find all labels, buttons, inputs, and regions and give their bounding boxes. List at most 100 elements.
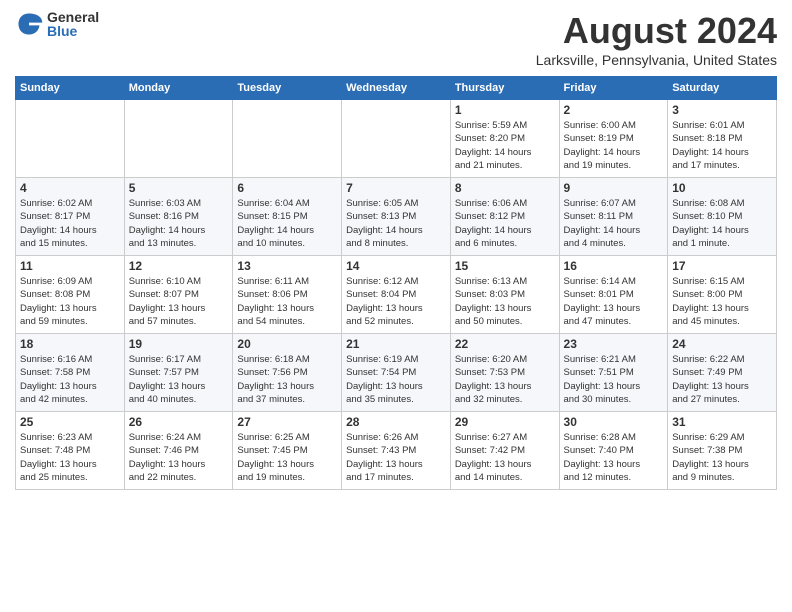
logo-text: General Blue [47,10,99,38]
calendar-cell: 18 Sunrise: 6:16 AM Sunset: 7:58 PM Dayli… [16,334,125,412]
day-number: 27 [237,415,337,429]
page-header: General Blue August 2024 Larksville, Pen… [15,10,777,68]
day-number: 19 [129,337,229,351]
weekday-header-sunday: Sunday [16,77,125,100]
location-label: Larksville, Pennsylvania, United States [536,52,777,68]
day-info: Sunrise: 6:20 AM Sunset: 7:53 PM Dayligh… [455,353,555,406]
day-number: 4 [20,181,120,195]
day-info: Sunrise: 6:26 AM Sunset: 7:43 PM Dayligh… [346,431,446,484]
day-number: 8 [455,181,555,195]
calendar-cell: 13 Sunrise: 6:11 AM Sunset: 8:06 PM Dayli… [233,256,342,334]
day-number: 29 [455,415,555,429]
day-number: 28 [346,415,446,429]
logo: General Blue [15,10,99,38]
weekday-row: SundayMondayTuesdayWednesdayThursdayFrid… [16,77,777,100]
calendar-cell [233,100,342,178]
calendar-table: SundayMondayTuesdayWednesdayThursdayFrid… [15,76,777,490]
day-number: 24 [672,337,772,351]
calendar-cell: 14Sunrise: 6:12 AM Sunset: 8:04 PM Dayli… [342,256,451,334]
calendar-cell: 26 Sunrise: 6:24 AM Sunset: 7:46 PM Dayli… [124,412,233,490]
day-info: Sunrise: 6:22 AM Sunset: 7:49 PM Dayligh… [672,353,772,406]
calendar-cell: 16Sunrise: 6:14 AM Sunset: 8:01 PM Dayli… [559,256,668,334]
calendar-cell: 7 Sunrise: 6:05 AM Sunset: 8:13 PM Daylig… [342,178,451,256]
weekday-header-thursday: Thursday [450,77,559,100]
day-info: Sunrise: 6:14 AM Sunset: 8:01 PM Dayligh… [564,275,664,328]
calendar-cell: 3 Sunrise: 6:01 AM Sunset: 8:18 PM Daylig… [668,100,777,178]
day-info: Sunrise: 6:00 AM Sunset: 8:19 PM Dayligh… [564,119,664,172]
day-number: 3 [672,103,772,117]
calendar-cell: 4 Sunrise: 6:02 AM Sunset: 8:17 PM Daylig… [16,178,125,256]
day-info: Sunrise: 6:23 AM Sunset: 7:48 PM Dayligh… [20,431,120,484]
day-number: 10 [672,181,772,195]
calendar-cell: 28 Sunrise: 6:26 AM Sunset: 7:43 PM Dayli… [342,412,451,490]
day-info: Sunrise: 6:18 AM Sunset: 7:56 PM Dayligh… [237,353,337,406]
calendar-cell: 31 Sunrise: 6:29 AM Sunset: 7:38 PM Dayli… [668,412,777,490]
calendar-header: SundayMondayTuesdayWednesdayThursdayFrid… [16,77,777,100]
calendar-cell: 21Sunrise: 6:19 AM Sunset: 7:54 PM Dayli… [342,334,451,412]
day-info: Sunrise: 6:11 AM Sunset: 8:06 PM Dayligh… [237,275,337,328]
title-block: August 2024 Larksville, Pennsylvania, Un… [536,10,777,68]
calendar-cell: 5 Sunrise: 6:03 AM Sunset: 8:16 PM Daylig… [124,178,233,256]
day-number: 31 [672,415,772,429]
calendar-cell: 2 Sunrise: 6:00 AM Sunset: 8:19 PM Daylig… [559,100,668,178]
weekday-header-tuesday: Tuesday [233,77,342,100]
calendar-cell: 17Sunrise: 6:15 AM Sunset: 8:00 PM Dayli… [668,256,777,334]
weekday-header-wednesday: Wednesday [342,77,451,100]
day-info: Sunrise: 6:01 AM Sunset: 8:18 PM Dayligh… [672,119,772,172]
day-number: 26 [129,415,229,429]
day-number: 18 [20,337,120,351]
day-info: Sunrise: 6:16 AM Sunset: 7:58 PM Dayligh… [20,353,120,406]
day-info: Sunrise: 6:27 AM Sunset: 7:42 PM Dayligh… [455,431,555,484]
calendar-cell [342,100,451,178]
calendar-body: 1 Sunrise: 5:59 AM Sunset: 8:20 PM Daylig… [16,100,777,490]
day-info: Sunrise: 6:29 AM Sunset: 7:38 PM Dayligh… [672,431,772,484]
calendar-cell: 12 Sunrise: 6:10 AM Sunset: 8:07 PM Dayli… [124,256,233,334]
day-info: Sunrise: 6:09 AM Sunset: 8:08 PM Dayligh… [20,275,120,328]
day-number: 6 [237,181,337,195]
day-info: Sunrise: 6:21 AM Sunset: 7:51 PM Dayligh… [564,353,664,406]
day-number: 9 [564,181,664,195]
day-info: Sunrise: 6:08 AM Sunset: 8:10 PM Dayligh… [672,197,772,250]
logo-icon [15,10,43,38]
logo-blue-label: Blue [47,24,99,38]
day-info: Sunrise: 6:04 AM Sunset: 8:15 PM Dayligh… [237,197,337,250]
calendar-cell: 23Sunrise: 6:21 AM Sunset: 7:51 PM Dayli… [559,334,668,412]
day-number: 15 [455,259,555,273]
calendar-cell: 24 Sunrise: 6:22 AM Sunset: 7:49 PM Dayli… [668,334,777,412]
day-info: Sunrise: 5:59 AM Sunset: 8:20 PM Dayligh… [455,119,555,172]
calendar-week-3: 18 Sunrise: 6:16 AM Sunset: 7:58 PM Dayli… [16,334,777,412]
calendar-cell: 22Sunrise: 6:20 AM Sunset: 7:53 PM Dayli… [450,334,559,412]
day-number: 30 [564,415,664,429]
calendar-cell: 27Sunrise: 6:25 AM Sunset: 7:45 PM Dayli… [233,412,342,490]
calendar-cell: 10 Sunrise: 6:08 AM Sunset: 8:10 PM Dayli… [668,178,777,256]
day-info: Sunrise: 6:03 AM Sunset: 8:16 PM Dayligh… [129,197,229,250]
day-info: Sunrise: 6:05 AM Sunset: 8:13 PM Dayligh… [346,197,446,250]
calendar-cell: 8 Sunrise: 6:06 AM Sunset: 8:12 PM Daylig… [450,178,559,256]
day-info: Sunrise: 6:24 AM Sunset: 7:46 PM Dayligh… [129,431,229,484]
day-info: Sunrise: 6:19 AM Sunset: 7:54 PM Dayligh… [346,353,446,406]
calendar-cell: 19 Sunrise: 6:17 AM Sunset: 7:57 PM Dayli… [124,334,233,412]
calendar-cell: 15Sunrise: 6:13 AM Sunset: 8:03 PM Dayli… [450,256,559,334]
day-info: Sunrise: 6:10 AM Sunset: 8:07 PM Dayligh… [129,275,229,328]
day-number: 20 [237,337,337,351]
calendar-cell: 20 Sunrise: 6:18 AM Sunset: 7:56 PM Dayli… [233,334,342,412]
calendar-cell [16,100,125,178]
weekday-header-saturday: Saturday [668,77,777,100]
day-number: 7 [346,181,446,195]
calendar-cell: 25Sunrise: 6:23 AM Sunset: 7:48 PM Dayli… [16,412,125,490]
day-number: 2 [564,103,664,117]
calendar-week-0: 1 Sunrise: 5:59 AM Sunset: 8:20 PM Daylig… [16,100,777,178]
day-number: 12 [129,259,229,273]
day-number: 11 [20,259,120,273]
calendar-cell: 6 Sunrise: 6:04 AM Sunset: 8:15 PM Daylig… [233,178,342,256]
day-info: Sunrise: 6:06 AM Sunset: 8:12 PM Dayligh… [455,197,555,250]
calendar-cell [124,100,233,178]
day-number: 13 [237,259,337,273]
calendar-cell: 11 Sunrise: 6:09 AM Sunset: 8:08 PM Dayli… [16,256,125,334]
day-info: Sunrise: 6:02 AM Sunset: 8:17 PM Dayligh… [20,197,120,250]
calendar-cell: 29 Sunrise: 6:27 AM Sunset: 7:42 PM Dayli… [450,412,559,490]
day-number: 5 [129,181,229,195]
day-number: 1 [455,103,555,117]
month-year-title: August 2024 [536,10,777,52]
day-info: Sunrise: 6:17 AM Sunset: 7:57 PM Dayligh… [129,353,229,406]
